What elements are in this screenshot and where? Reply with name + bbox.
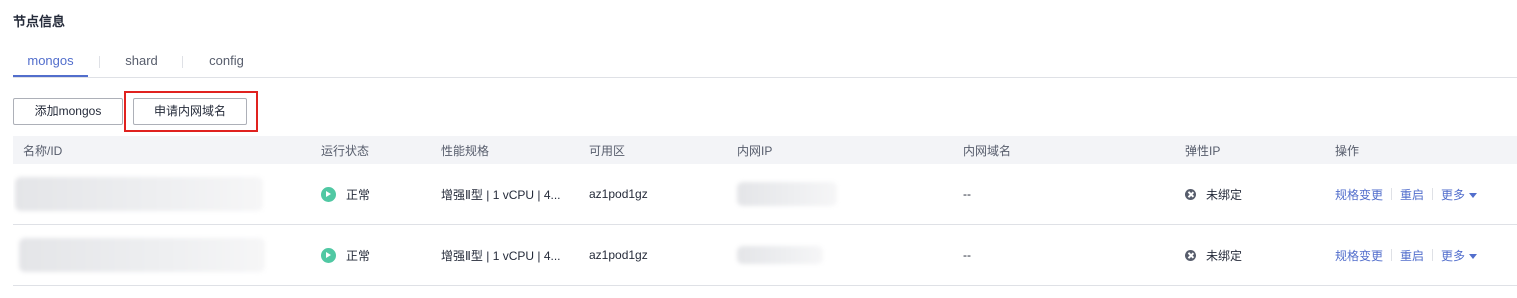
status-cell: 正常 [311, 224, 431, 286]
spec-cell: 增强Ⅱ型 | 1 vCPU | 4... [431, 164, 579, 225]
more-dropdown[interactable]: 更多 [1441, 248, 1478, 263]
eip-cell: 未绑定 [1175, 224, 1325, 286]
node-tabs: mongos shard config [13, 44, 1517, 78]
redacted-name-id [19, 238, 265, 272]
column-header-status[interactable]: 运行状态 [311, 136, 431, 164]
status-normal-icon [321, 186, 336, 202]
column-header-eip: 弹性IP [1175, 136, 1325, 164]
tab-divider [99, 56, 100, 68]
column-header-spec: 性能规格 [431, 136, 579, 164]
restart-link[interactable]: 重启 [1400, 249, 1424, 263]
private-dns-cell: -- [953, 224, 1175, 286]
op-divider [1432, 188, 1434, 200]
resize-link[interactable]: 规格变更 [1335, 188, 1383, 202]
eip-text: 未绑定 [1206, 248, 1243, 263]
unbound-icon [1185, 188, 1196, 200]
resize-link[interactable]: 规格变更 [1335, 249, 1383, 263]
tab-config[interactable]: config [197, 44, 256, 75]
add-mongos-button[interactable]: 添加mongos [13, 98, 123, 125]
status-text: 正常 [346, 248, 371, 263]
operations-cell: 规格变更 重启 更多 [1325, 224, 1517, 286]
column-header-az: 可用区 [579, 136, 727, 164]
tab-shard[interactable]: shard [113, 44, 170, 75]
private-ip-cell [727, 224, 953, 286]
more-label: 更多 [1441, 187, 1466, 202]
az-cell: az1pod1gz [579, 164, 727, 225]
name-id-cell [13, 164, 311, 225]
eip-cell: 未绑定 [1175, 164, 1325, 225]
redacted-private-ip [737, 182, 837, 206]
redacted-name-id [15, 177, 263, 211]
restart-link[interactable]: 重启 [1400, 188, 1424, 202]
private-dns-cell: -- [953, 164, 1175, 225]
private-ip-cell [727, 164, 953, 225]
column-header-private-ip: 内网IP [727, 136, 953, 164]
table-row: 正常 增强Ⅱ型 | 1 vCPU | 4... az1pod1gz -- 未绑定… [13, 164, 1517, 225]
table-header-row: 名称/ID 运行状态 性能规格 可用区 内网IP 内网域名 弹性IP 操作 [13, 136, 1517, 164]
op-divider [1391, 249, 1393, 261]
name-id-cell [13, 224, 311, 286]
more-label: 更多 [1441, 248, 1466, 263]
redacted-private-ip [737, 246, 823, 264]
chevron-down-icon [1469, 253, 1478, 259]
chevron-down-icon [1469, 192, 1478, 198]
node-table: 名称/ID 运行状态 性能规格 可用区 内网IP 内网域名 弹性IP 操作 正常… [13, 136, 1517, 286]
table-row: 正常 增强Ⅱ型 | 1 vCPU | 4... az1pod1gz -- 未绑定… [13, 224, 1517, 286]
eip-text: 未绑定 [1206, 187, 1243, 202]
section-title: 节点信息 [13, 14, 66, 29]
status-cell: 正常 [311, 164, 431, 225]
az-cell: az1pod1gz [579, 224, 727, 286]
op-divider [1432, 249, 1434, 261]
highlight-box [124, 91, 258, 132]
column-header-name-id[interactable]: 名称/ID [13, 136, 311, 164]
operations-cell: 规格变更 重启 更多 [1325, 164, 1517, 225]
spec-cell: 增强Ⅱ型 | 1 vCPU | 4... [431, 224, 579, 286]
column-header-private-dns: 内网域名 [953, 136, 1175, 164]
unbound-icon [1185, 249, 1196, 261]
op-divider [1391, 188, 1393, 200]
status-text: 正常 [346, 187, 371, 202]
status-normal-icon [321, 247, 336, 263]
more-dropdown[interactable]: 更多 [1441, 187, 1478, 202]
tab-divider [182, 56, 183, 68]
tab-mongos[interactable]: mongos [13, 44, 88, 77]
column-header-operations: 操作 [1325, 136, 1517, 164]
